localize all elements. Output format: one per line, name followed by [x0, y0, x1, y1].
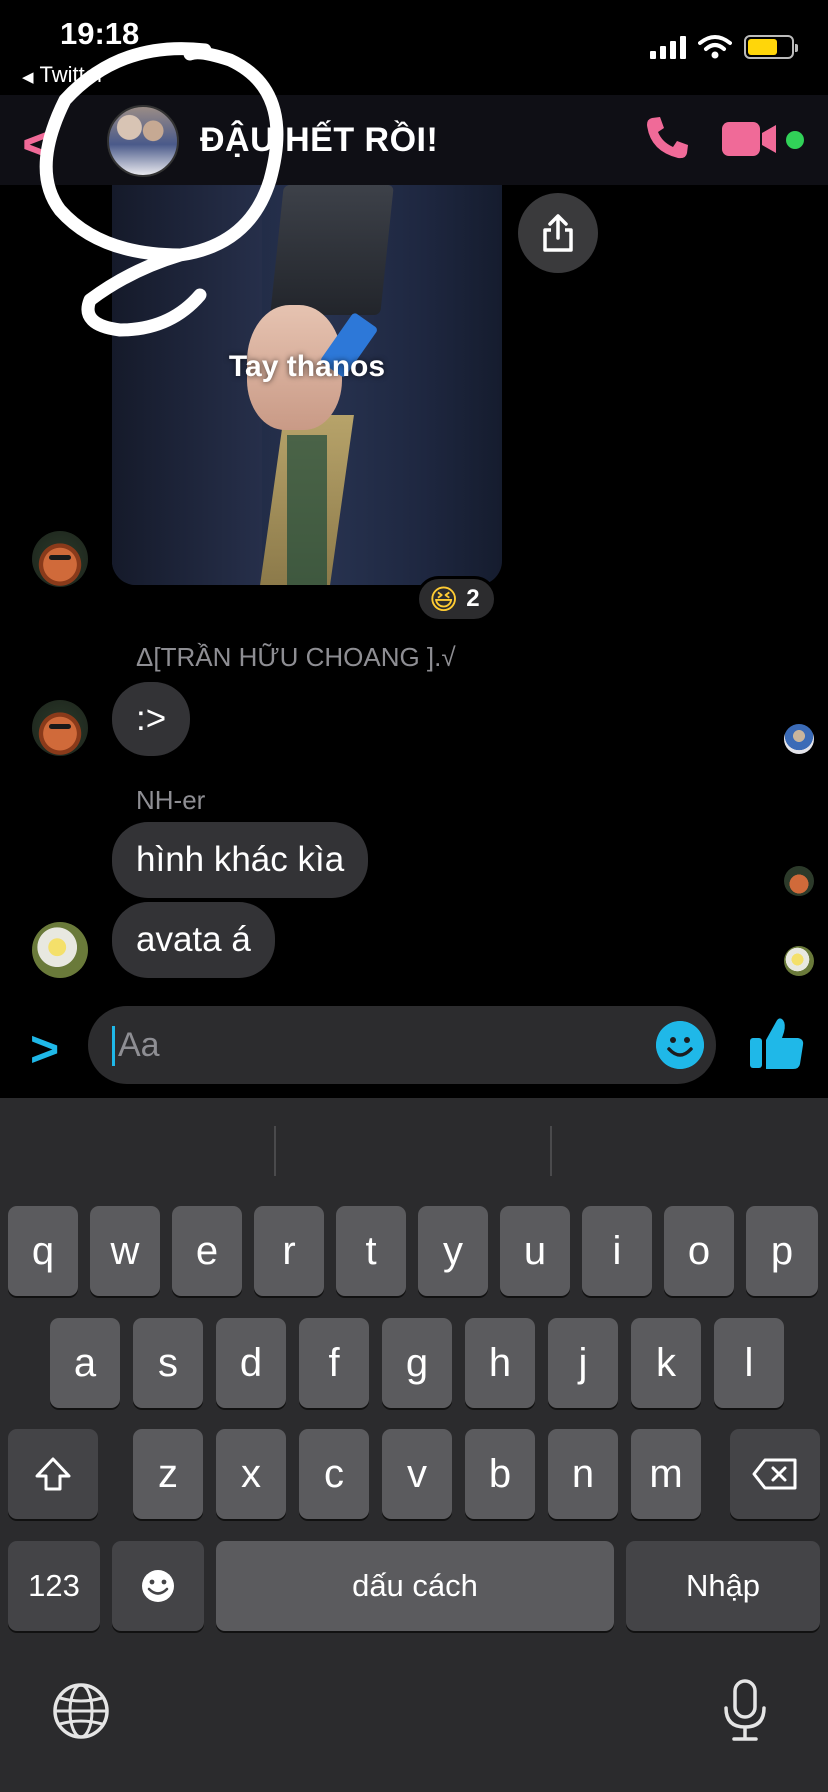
key-d[interactable]: d [216, 1318, 286, 1408]
key-u[interactable]: u [500, 1206, 570, 1296]
suggestion-divider [550, 1126, 552, 1176]
key-s[interactable]: s [133, 1318, 203, 1408]
message-composer[interactable] [88, 1006, 716, 1084]
key-j[interactable]: j [548, 1318, 618, 1408]
return-key[interactable]: Nhập [626, 1541, 820, 1631]
text-cursor [112, 1026, 115, 1066]
backspace-icon [752, 1458, 797, 1490]
emoji-key[interactable] [112, 1541, 204, 1631]
key-m[interactable]: m [631, 1429, 701, 1519]
key-y[interactable]: y [418, 1206, 488, 1296]
back-triangle-icon: ◀ [22, 69, 34, 86]
key-r[interactable]: r [254, 1206, 324, 1296]
key-t[interactable]: t [336, 1206, 406, 1296]
numbers-key[interactable]: 123 [8, 1541, 100, 1631]
status-time: 19:18 [60, 16, 140, 51]
key-f[interactable]: f [299, 1318, 369, 1408]
back-to-app-link[interactable]: ◀ Twitter [22, 62, 104, 88]
key-b[interactable]: b [465, 1429, 535, 1519]
expand-actions-chevron-icon[interactable]: > [30, 1020, 59, 1078]
online-status-dot [786, 131, 804, 149]
key-o[interactable]: o [664, 1206, 734, 1296]
sender-avatar[interactable] [32, 922, 88, 978]
signal-icon [650, 35, 686, 59]
backspace-key[interactable] [730, 1429, 820, 1519]
status-icons [650, 34, 798, 60]
shift-key[interactable] [8, 1429, 98, 1519]
share-button[interactable] [518, 193, 598, 273]
image-message[interactable]: Tay thanos [112, 185, 502, 585]
sender-avatar[interactable] [32, 531, 88, 587]
key-k[interactable]: k [631, 1318, 701, 1408]
emoji-picker-icon[interactable] [656, 1021, 704, 1069]
key-h[interactable]: h [465, 1318, 535, 1408]
seen-receipt-avatar [784, 866, 814, 896]
reaction-count: 2 [466, 585, 480, 612]
seen-receipt-avatar [784, 946, 814, 976]
key-c[interactable]: c [299, 1429, 369, 1519]
battery-icon [744, 35, 798, 59]
key-e[interactable]: e [172, 1206, 242, 1296]
sender-name: Δ[TRẦN HỮU CHOANG ].√ [136, 642, 456, 672]
seen-receipt-avatar [784, 724, 814, 754]
chat-title[interactable]: ĐẬU HẾT RỒI! [200, 121, 438, 160]
key-w[interactable]: w [90, 1206, 160, 1296]
key-v[interactable]: v [382, 1429, 452, 1519]
key-q[interactable]: q [8, 1206, 78, 1296]
message-bubble[interactable]: hình khác kìa [112, 822, 369, 898]
space-key[interactable]: dấu cách [216, 1541, 614, 1631]
globe-icon[interactable] [52, 1682, 110, 1740]
microphone-icon[interactable] [720, 1678, 770, 1744]
share-icon [543, 214, 573, 252]
message-bubble[interactable]: :> [112, 682, 191, 756]
thumbs-up-icon[interactable] [748, 1014, 806, 1072]
keyboard: q w e r t y u i o p a s d f g h j k l z … [0, 1098, 828, 1792]
key-n[interactable]: n [548, 1429, 618, 1519]
emoji-smiley-icon [142, 1570, 174, 1602]
laughing-emoji-icon: 😆 [429, 583, 459, 615]
video-call-icon[interactable] [722, 120, 778, 158]
key-g[interactable]: g [382, 1318, 452, 1408]
sender-avatar[interactable] [32, 700, 88, 756]
shift-arrow-icon [35, 1457, 71, 1491]
key-l[interactable]: l [714, 1318, 784, 1408]
image-caption: Tay thanos [228, 350, 386, 383]
key-a[interactable]: a [50, 1318, 120, 1408]
reaction-badge[interactable]: 😆 2 [416, 576, 497, 622]
group-avatar[interactable] [107, 105, 179, 177]
key-p[interactable]: p [746, 1206, 818, 1296]
wifi-icon [698, 35, 732, 59]
message-bubble[interactable]: avata á [112, 902, 275, 978]
key-z[interactable]: z [133, 1429, 203, 1519]
message-input[interactable] [118, 1020, 598, 1070]
back-app-label: Twitter [39, 62, 105, 87]
key-x[interactable]: x [216, 1429, 286, 1519]
suggestion-divider [274, 1126, 276, 1176]
chat-header: < ĐẬU HẾT RỒI! [0, 95, 828, 185]
sender-name: NH-er [136, 785, 206, 815]
key-i[interactable]: i [582, 1206, 652, 1296]
phone-call-icon[interactable] [642, 113, 692, 163]
back-chevron-icon[interactable]: < [22, 111, 55, 176]
